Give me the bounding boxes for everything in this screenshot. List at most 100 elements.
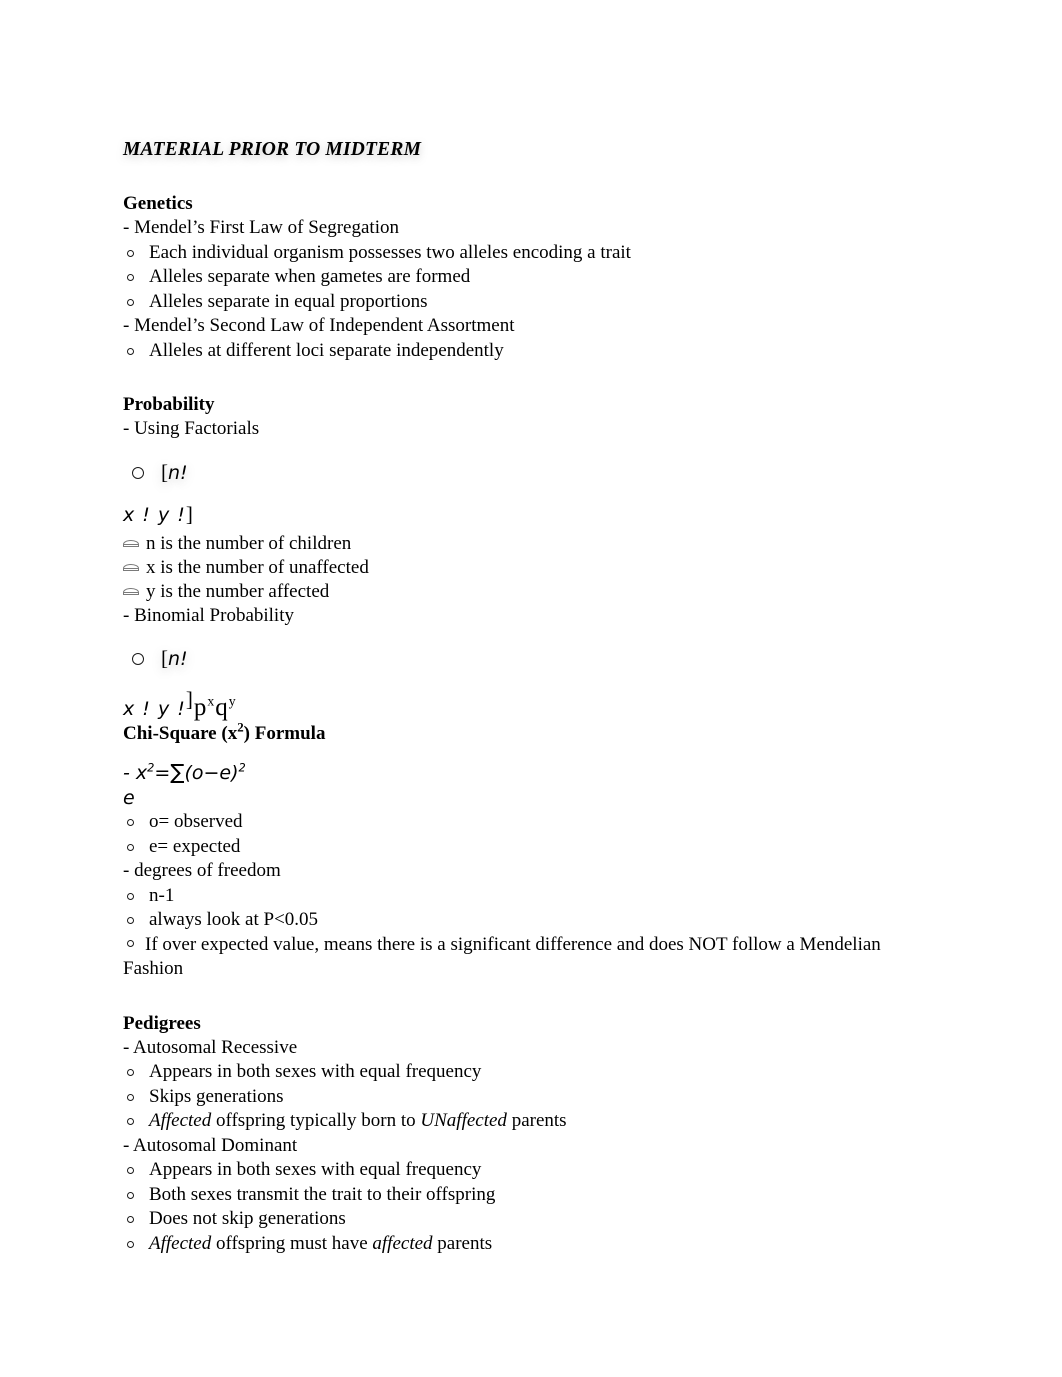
list-item-label: Alleles separate in equal proportions	[149, 290, 428, 312]
factor-q-exponent: y	[228, 693, 237, 709]
section-heading-chi-square: Chi-Square (x2) Formula	[123, 721, 895, 746]
section-heading-probability: Probability	[123, 394, 215, 415]
list-item-label: If over expected value, means there is a…	[123, 933, 881, 980]
list-item-label: x is the number of unaffected	[146, 556, 369, 578]
list-item-text-tail: parents	[432, 1232, 493, 1254]
circle-bullet-icon	[127, 892, 134, 900]
list-item-label: Skips generations	[149, 1085, 284, 1107]
denominator-value: x ! y !	[123, 698, 186, 720]
list-item-label: n-1	[149, 884, 175, 906]
binomial-formula-numerator: [n!	[161, 646, 188, 671]
genetics-law-2: - Mendel’s Second Law of Independent Ass…	[123, 315, 515, 336]
list-item: Skips generations	[123, 1085, 895, 1110]
emphasis-affected: Affected	[149, 1110, 212, 1131]
book-bullet-icon	[123, 587, 139, 596]
list-item: e= expected	[123, 835, 895, 860]
denominator-value: x ! y !	[123, 503, 186, 526]
pedigrees-autosomal-recessive-label: - Autosomal Recessive	[123, 1036, 298, 1058]
circle-bullet-icon	[127, 1118, 134, 1125]
circle-bullet-icon	[132, 466, 144, 479]
book-bullet-icon	[123, 563, 139, 572]
emphasis-unaffected: UNaffected	[420, 1110, 507, 1131]
list-item-text-tail: parents	[506, 1110, 567, 1131]
chi-heading-suffix: ) Formula	[243, 723, 326, 744]
factor-p: p	[193, 694, 208, 721]
list-item-text-mid: offspring must have	[211, 1232, 373, 1254]
list-item: y is the number affected	[123, 580, 895, 604]
list-item: If over expected value, means there is a…	[123, 933, 895, 982]
list-item-label: Each individual organism possesses two a…	[149, 241, 631, 263]
formula-spacer	[123, 746, 895, 760]
list-item: Affected offspring must have affected pa…	[123, 1232, 895, 1257]
chi-heading-prefix: Chi-Square (x	[123, 723, 238, 744]
circle-bullet-icon	[127, 347, 134, 355]
factorial-formula-denominator-row: x ! y !]	[123, 502, 895, 532]
list-item-text-mid: offspring typically born to	[211, 1110, 421, 1131]
document-page: MATERIAL PRIOR TO MIDTERM Genetics - Men…	[0, 0, 1062, 1377]
list-item: o= observed	[123, 810, 895, 835]
circle-bullet-icon	[127, 249, 134, 257]
chi-formula-expression: (o−e)	[184, 762, 239, 784]
circle-bullet-icon	[127, 1191, 134, 1199]
circle-bullet-icon	[127, 274, 134, 281]
list-item-label: Appears in both sexes with equal frequen…	[149, 1061, 482, 1082]
list-item: Appears in both sexes with equal frequen…	[123, 1158, 895, 1183]
pedigrees-autosomal-dominant-label: - Autosomal Dominant	[123, 1134, 298, 1156]
circle-bullet-icon	[127, 1069, 134, 1076]
bracket-open: [	[161, 646, 168, 670]
list-item-label: n is the number of children	[146, 532, 352, 554]
list-item-label: Alleles at different loci separate indep…	[149, 339, 504, 361]
factorial-formula-numerator-row: [n!	[123, 456, 895, 502]
bracket-close: ]	[185, 687, 194, 711]
numerator-value: n!	[168, 461, 188, 484]
section-heading-genetics: Genetics	[123, 193, 193, 214]
document-body: MATERIAL PRIOR TO MIDTERM Genetics - Men…	[123, 138, 895, 1256]
circle-bullet-icon	[127, 819, 134, 826]
circle-bullet-icon	[127, 1093, 134, 1101]
list-item: always look at P<0.05	[123, 908, 895, 933]
factorial-formula-numerator: [n!	[161, 460, 188, 485]
binomial-factors: pxqy	[194, 694, 237, 721]
chi-square-dof-label: - degrees of freedom	[123, 860, 281, 881]
list-item: Does not skip generations	[123, 1207, 895, 1232]
list-item-label: Does not skip generations	[149, 1208, 346, 1229]
list-item: x is the number of unaffected	[123, 556, 895, 580]
probability-item-binomial: - Binomial Probability	[123, 604, 294, 626]
circle-bullet-icon	[127, 1240, 134, 1248]
list-item-label: Affected offspring typically born to UNa…	[149, 1110, 567, 1131]
bracket-open: [	[161, 459, 168, 484]
list-item: Alleles at different loci separate indep…	[123, 339, 895, 364]
chi-formula-lead: - x	[123, 762, 148, 784]
emphasis-affected: Affected	[149, 1232, 212, 1254]
circle-bullet-icon	[127, 917, 134, 924]
list-item: n is the number of children	[123, 532, 895, 556]
list-item: Both sexes transmit the trait to their o…	[123, 1183, 895, 1208]
chi-square-denominator: e	[123, 787, 135, 809]
book-bullet-icon	[123, 539, 139, 548]
list-item: Appears in both sexes with equal frequen…	[123, 1060, 895, 1085]
list-item-label: Both sexes transmit the trait to their o…	[149, 1183, 496, 1205]
list-item: Affected offspring typically born to UNa…	[123, 1109, 895, 1134]
formula-spacer	[123, 628, 895, 642]
list-item-label: Appears in both sexes with equal frequen…	[149, 1159, 482, 1180]
summation-icon: ∑	[170, 760, 185, 784]
circle-bullet-icon	[132, 653, 144, 665]
list-item: Alleles separate in equal proportions	[123, 290, 895, 315]
page-title: MATERIAL PRIOR TO MIDTERM	[123, 139, 422, 160]
list-item: Alleles separate when gametes are formed	[123, 265, 895, 290]
list-item-label: Affected offspring must have affected pa…	[149, 1233, 492, 1254]
probability-item-factorials: - Using Factorials	[123, 418, 260, 439]
factorial-formula-denominator: x ! y !]	[123, 502, 194, 527]
list-item: Each individual organism possesses two a…	[123, 241, 895, 266]
chi-square-formula: - x2=∑(o−e)2	[123, 760, 895, 786]
formula-spacer	[123, 442, 895, 456]
chi-formula-equals: =	[154, 762, 171, 784]
circle-bullet-icon	[127, 1167, 134, 1174]
emphasis-affected-2: affected	[372, 1232, 433, 1254]
binomial-formula-denominator-row: x ! y !]pxqy	[123, 687, 895, 722]
circle-bullet-icon	[127, 298, 134, 306]
binomial-formula-denominator: x ! y !]pxqy	[123, 687, 237, 722]
list-item-label: o= observed	[149, 811, 243, 832]
